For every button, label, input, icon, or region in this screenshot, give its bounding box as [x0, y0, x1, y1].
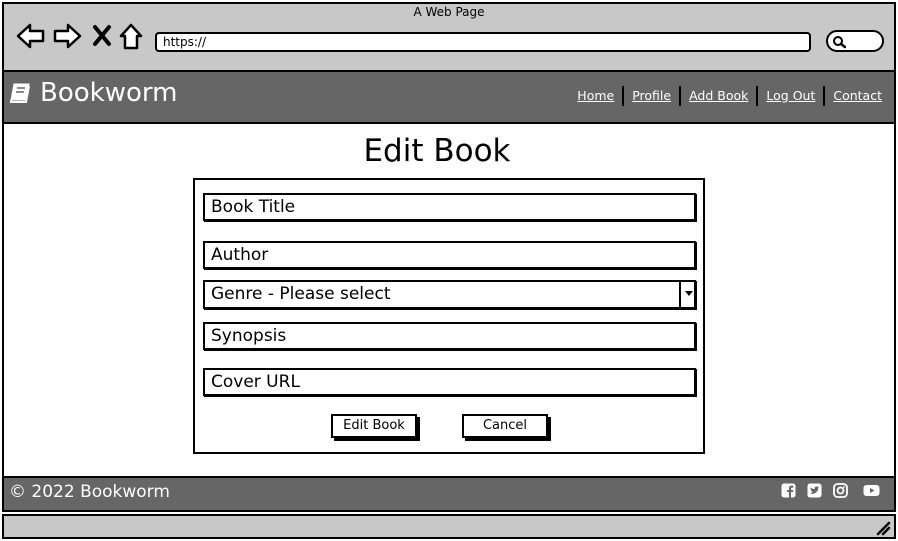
nav-profile-link[interactable]: Profile — [624, 87, 679, 105]
genre-select[interactable]: Genre - Please select — [203, 280, 696, 309]
synopsis-field[interactable]: Synopsis — [203, 322, 696, 350]
author-field[interactable]: Author — [203, 241, 696, 269]
page-title: Edit Book — [363, 133, 511, 169]
cover-url-field[interactable]: Cover URL — [203, 368, 696, 396]
search-icon — [833, 36, 846, 49]
resize-grip-icon[interactable] — [875, 520, 891, 536]
browser-status-bar — [2, 514, 896, 539]
url-input[interactable]: https:// — [155, 32, 811, 52]
nav-log-out-link[interactable]: Log Out — [758, 87, 823, 105]
brand-name[interactable]: Bookworm — [40, 77, 177, 109]
back-arrow-icon[interactable] — [16, 22, 46, 50]
book-icon — [10, 83, 30, 103]
home-icon[interactable] — [118, 22, 144, 50]
book-title-field[interactable]: Book Title — [203, 193, 696, 221]
nav-home-link[interactable]: Home — [569, 87, 622, 105]
close-x-icon[interactable] — [92, 22, 112, 50]
nav-contact-link[interactable]: Contact — [825, 87, 882, 105]
nav-add-book-link[interactable]: Add Book — [681, 87, 756, 105]
facebook-icon[interactable] — [781, 483, 796, 498]
copyright-text: © 2022 Bookworm — [9, 482, 170, 502]
genre-dropdown-toggle[interactable] — [679, 280, 696, 309]
main-nav: Home Profile Add Book Log Out Contact — [569, 86, 882, 106]
window-title: A Web Page — [413, 5, 485, 19]
youtube-icon[interactable] — [863, 483, 880, 498]
cancel-button[interactable]: Cancel — [462, 414, 548, 438]
genre-select-value: Genre - Please select — [211, 284, 391, 304]
chevron-down-icon — [685, 291, 693, 296]
twitter-icon[interactable] — [807, 483, 822, 498]
instagram-icon[interactable] — [833, 483, 848, 498]
edit-book-button[interactable]: Edit Book — [331, 414, 417, 438]
browser-search-field[interactable] — [826, 30, 884, 52]
forward-arrow-icon[interactable] — [52, 22, 82, 50]
